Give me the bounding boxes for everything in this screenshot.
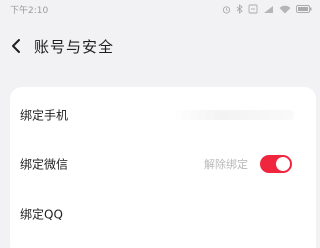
row-label: 绑定手机 <box>20 108 69 123</box>
alarm-icon <box>222 5 231 14</box>
unbind-label: 解除绑定 <box>204 158 248 171</box>
bind-wechat-row[interactable]: 绑定微信 解除绑定 <box>10 140 316 188</box>
accounts-card: 绑定手机 绑定微信 解除绑定 绑定QQ <box>10 87 316 248</box>
row-label: 绑定QQ <box>20 207 63 222</box>
signal-icon <box>264 5 273 13</box>
row-label: 绑定微信 <box>20 157 69 172</box>
wifi-icon <box>279 5 291 13</box>
bind-phone-row[interactable]: 绑定手机 <box>10 91 316 139</box>
chevron-left-icon <box>12 39 20 53</box>
phone-number-value <box>174 110 294 120</box>
bluetooth-icon <box>236 4 243 14</box>
status-time: 下午2:10 <box>10 6 49 16</box>
status-icons <box>222 4 312 14</box>
back-button[interactable] <box>4 34 28 58</box>
battery-icon <box>296 5 312 13</box>
toggle-knob <box>276 157 290 171</box>
status-bar: 下午2:10 <box>0 0 320 20</box>
header: 账号与安全 <box>0 26 320 66</box>
battery-saver-icon <box>248 4 258 14</box>
bind-qq-row[interactable]: 绑定QQ <box>10 190 316 238</box>
page-title: 账号与安全 <box>34 38 115 56</box>
wechat-bind-toggle[interactable] <box>260 155 292 173</box>
